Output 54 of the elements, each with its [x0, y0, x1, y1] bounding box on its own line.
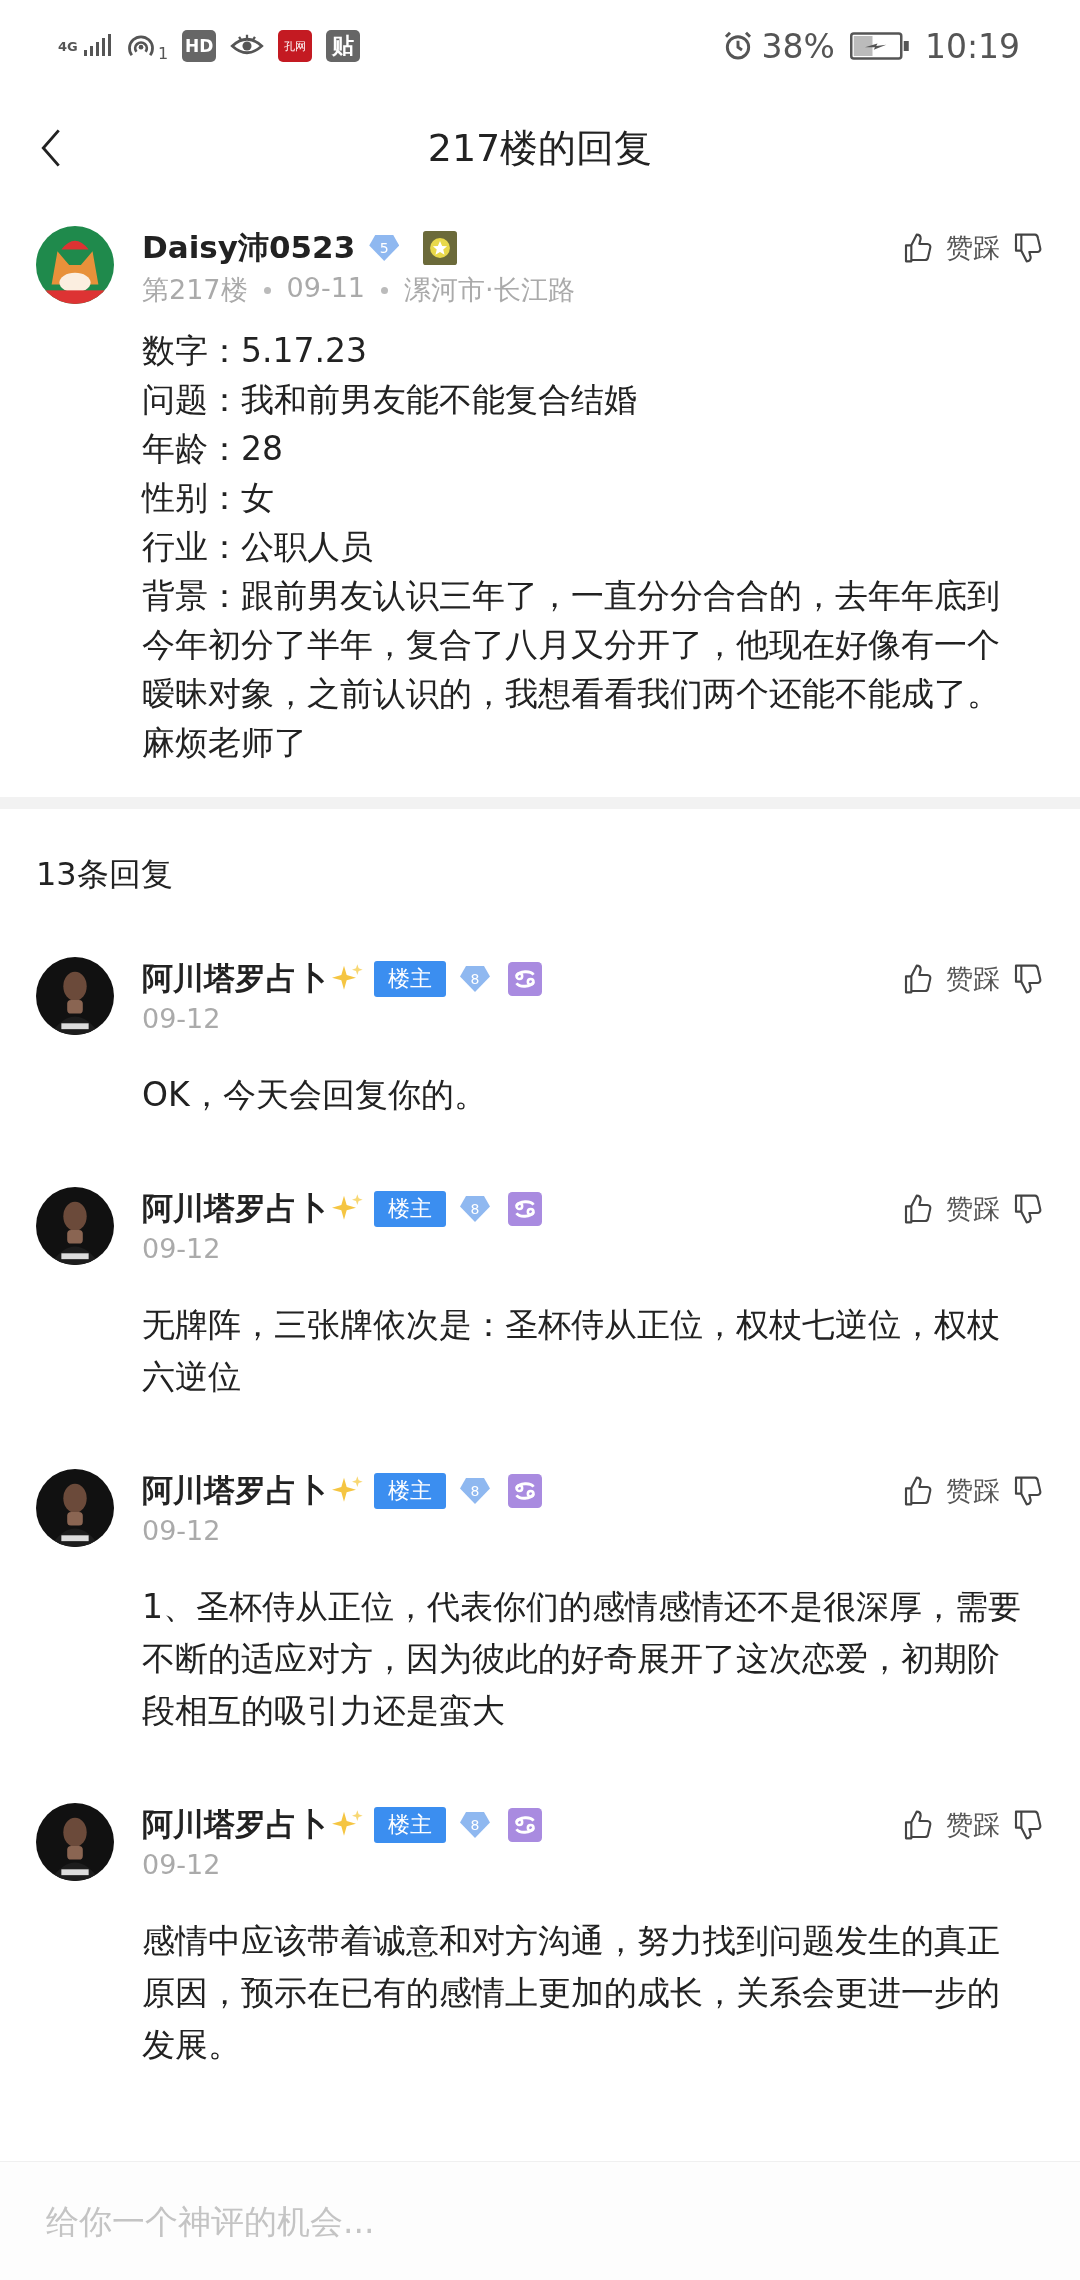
post-line: 行业：公职人员 [142, 526, 374, 568]
reply-text: 感情中应该带着诚意和对方沟通，努力找到问题发生的真正原因，预示在已有的感情上更加的成长，关系会更进一步的发展。 [142, 1920, 1001, 2066]
reply-text: 无牌阵，三张牌依次是：圣杯侍从正位，权杖七逆位，权杖六逆位 [142, 1304, 1001, 1398]
vote-label: 赞踩 [946, 231, 1000, 265]
level-badge: 8 [460, 1812, 490, 1838]
vote-label: 赞踩 [946, 1808, 1000, 1842]
reply-count: 13条回复 [35, 854, 174, 895]
level-badge: 8 [460, 1478, 490, 1504]
hotspot-count: 1 [158, 43, 169, 63]
owner-badge: 楼主 [374, 1807, 446, 1843]
cancer-sign-icon [508, 1808, 542, 1842]
battery-percent: 38% [761, 26, 835, 66]
page-title: 217楼的回复 [427, 124, 653, 172]
location: 漯河市·长江路 [404, 273, 575, 307]
post-date: 09-12 [142, 1233, 221, 1264]
hd-icon: HD [182, 30, 217, 62]
vote-label: 赞踩 [946, 962, 1000, 996]
username[interactable]: 阿川塔罗占卜 [142, 1470, 328, 1512]
owner-badge: 楼主 [374, 961, 446, 997]
cancer-sign-icon [508, 1474, 542, 1508]
username[interactable]: 阿川塔罗占卜 [142, 1804, 328, 1846]
floor-number: 第217楼 [142, 273, 248, 307]
reply-text: OK，今天会回复你的。 [142, 1074, 488, 1116]
level-badge: 8 [460, 966, 490, 992]
separator-dot [263, 286, 271, 294]
post-date: 09-12 [142, 1003, 221, 1034]
battery-charging-icon [848, 31, 911, 61]
owner-badge: 楼主 [374, 1191, 446, 1227]
medal-icon [423, 231, 458, 265]
vote-label: 赞踩 [946, 1474, 1000, 1508]
signal-icon [82, 33, 112, 59]
username[interactable]: Daisy沛0523 [142, 227, 356, 269]
username[interactable]: 阿川塔罗占卜 [142, 1188, 328, 1230]
post-line: 年龄：28 [142, 428, 284, 470]
cancer-sign-icon [508, 962, 542, 996]
comment-field[interactable]: 给你一个神评的机会... [44, 2200, 1036, 2242]
post-date: 09-12 [142, 1849, 221, 1880]
app-icon: 贴 [326, 30, 361, 62]
post-date: 09-11 [286, 272, 365, 305]
post-line: 背景：跟前男友认识三年了，一直分分合合的，去年年底到今年初分了半年，复合了八月又分开了，他现在好像有一个暧昧对象，之前认识的，我想看看我们两个还能不能成了。麻烦老师了 [142, 575, 1001, 764]
reply-text: 1、圣杯侍从正位，代表你们的感情感情还不是很深厚，需要不断的适应对方，因为彼此的好奇展开了这次恋爱，初期阶段相互的吸引力还是蛮大 [142, 1586, 1022, 1732]
separator-dot [381, 286, 388, 294]
app-icon: 孔网 [278, 30, 313, 62]
post-date: 09-12 [142, 1515, 221, 1546]
cancer-sign-icon [508, 1192, 542, 1226]
post-line: 问题：我和前男友能不能复合结婚 [142, 379, 638, 421]
post-line: 数字：5.17.23 [142, 330, 368, 372]
vote-label: 赞踩 [946, 1192, 1000, 1226]
level-badge: 8 [460, 1196, 490, 1222]
clock: 10:19 [924, 26, 1020, 66]
username[interactable]: 阿川塔罗占卜 [142, 958, 328, 1000]
owner-badge: 楼主 [374, 1473, 446, 1509]
post-line: 性别：女 [142, 477, 275, 519]
level-badge: 5 [369, 235, 400, 261]
